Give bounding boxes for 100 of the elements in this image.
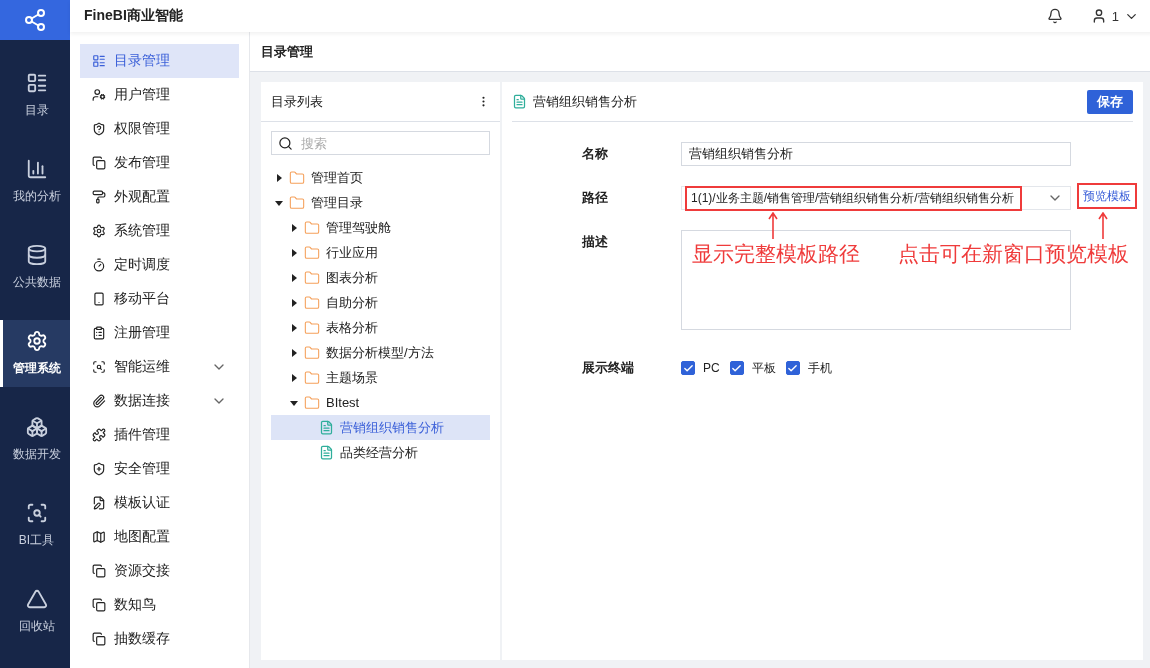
panel-title: 目录列表 bbox=[271, 92, 323, 111]
menu-item[interactable]: 目录管理 bbox=[80, 44, 239, 78]
folder-icon bbox=[304, 244, 320, 261]
menu-item[interactable]: 地图配置 bbox=[80, 520, 239, 554]
puzzle-icon bbox=[92, 428, 106, 442]
document-icon bbox=[319, 420, 334, 435]
logo[interactable] bbox=[0, 0, 70, 40]
magnifier-icon bbox=[25, 502, 48, 524]
field-label: 路径 bbox=[582, 189, 609, 207]
menu-item[interactable]: 系统管理 bbox=[80, 214, 239, 248]
pages-icon bbox=[92, 564, 106, 578]
gear-icon bbox=[92, 224, 106, 238]
phone-icon bbox=[92, 292, 106, 306]
paint-roller-icon bbox=[92, 190, 106, 204]
name-field[interactable]: 营销组织销售分析 bbox=[681, 142, 1071, 166]
rail-item[interactable]: 回收站 bbox=[0, 578, 70, 645]
menu-item[interactable]: 权限管理 bbox=[80, 112, 239, 146]
save-button[interactable]: 保存 bbox=[1087, 89, 1133, 114]
menu-item[interactable]: 外观配置 bbox=[80, 180, 239, 214]
app-title: FineBI商业智能 bbox=[84, 7, 183, 25]
tree-item[interactable]: 管理驾驶舱 bbox=[271, 215, 490, 240]
annotation-arrow bbox=[1098, 212, 1108, 239]
database-icon bbox=[25, 244, 48, 266]
field-label: 描述 bbox=[582, 233, 609, 251]
caret-icon[interactable] bbox=[290, 248, 298, 257]
menu-item[interactable]: 插件管理 bbox=[80, 418, 239, 452]
path-select[interactable]: 1(1)/业务主题/销售管理/营销组织销售分析/营销组织销售分析 bbox=[681, 186, 1071, 210]
menu-item[interactable]: 资源交接 bbox=[80, 554, 239, 588]
preview-link[interactable]: 预览模板 bbox=[1083, 187, 1131, 205]
checkbox-label: PC bbox=[703, 360, 720, 377]
caret-icon[interactable] bbox=[290, 298, 298, 307]
folder-icon bbox=[304, 344, 320, 361]
shield-icon bbox=[92, 122, 106, 136]
menu-item[interactable]: 数据连接 bbox=[80, 384, 239, 418]
rail-item[interactable]: BI工具 bbox=[0, 492, 70, 559]
pages-icon bbox=[92, 598, 106, 612]
checkbox[interactable] bbox=[785, 361, 800, 375]
checkbox[interactable] bbox=[729, 361, 744, 375]
page-title: 目录管理 bbox=[250, 32, 1150, 72]
tree-item[interactable]: 行业应用 bbox=[271, 240, 490, 265]
document-icon bbox=[92, 496, 106, 510]
folder-icon bbox=[304, 319, 320, 336]
menu-item[interactable]: 模板认证 bbox=[80, 486, 239, 520]
menu-item[interactable]: 数知鸟 bbox=[80, 588, 239, 622]
menu-item[interactable]: 定时调度 bbox=[80, 248, 239, 282]
tree-item[interactable]: 主题场景 bbox=[271, 365, 490, 390]
rail-item[interactable]: 管理系统 bbox=[0, 320, 70, 387]
pages-icon bbox=[92, 632, 106, 646]
annotation-text: 显示完整模板路径 bbox=[692, 241, 860, 267]
tree-item[interactable]: 营销组织销售分析 bbox=[271, 415, 490, 440]
menu-item[interactable]: 移动平台 bbox=[80, 282, 239, 316]
menu-item[interactable]: 注册管理 bbox=[80, 316, 239, 350]
tree-item[interactable]: 品类经营分析 bbox=[271, 440, 490, 465]
checkbox[interactable] bbox=[681, 361, 695, 375]
folder-icon bbox=[304, 219, 320, 236]
caret-icon[interactable] bbox=[275, 173, 283, 182]
map-icon bbox=[92, 530, 106, 544]
caret-icon[interactable] bbox=[290, 373, 298, 382]
timer-icon bbox=[92, 258, 106, 272]
caret-icon[interactable] bbox=[275, 198, 283, 207]
tree-item[interactable]: 管理目录 bbox=[271, 190, 490, 215]
rail-item[interactable]: 目录 bbox=[0, 62, 70, 129]
shield-icon bbox=[92, 462, 106, 476]
tree-item[interactable]: 数据分析模型/方法 bbox=[271, 340, 490, 365]
caret-icon[interactable] bbox=[290, 223, 298, 232]
folder-icon bbox=[289, 194, 305, 211]
tree-item[interactable]: 自助分析 bbox=[271, 290, 490, 315]
tree-item[interactable]: 图表分析 bbox=[271, 265, 490, 290]
search-icon bbox=[278, 135, 293, 151]
cubes-icon bbox=[25, 416, 48, 438]
magnifier-icon bbox=[92, 360, 106, 374]
tree-item[interactable]: BItest bbox=[271, 390, 490, 415]
folder-icon bbox=[304, 269, 320, 286]
menu-item[interactable]: 安全管理 bbox=[80, 452, 239, 486]
pages-icon bbox=[92, 156, 106, 170]
caret-icon[interactable] bbox=[290, 348, 298, 357]
path-text: 1(1)/业务主题/销售管理/营销组织销售分析/营销组织销售分析 bbox=[691, 189, 1014, 207]
search-field[interactable]: 搜索 bbox=[271, 131, 490, 155]
menu-item[interactable]: 智能运维 bbox=[80, 350, 239, 384]
folder-icon bbox=[289, 169, 305, 186]
folder-icon bbox=[304, 394, 320, 411]
list-icon bbox=[92, 54, 106, 68]
menu-item[interactable]: 抽数缓存 bbox=[80, 622, 239, 656]
bar-chart-icon bbox=[25, 158, 48, 180]
list-icon bbox=[25, 72, 48, 94]
rail-item[interactable]: 我的分析 bbox=[0, 148, 70, 215]
user-menu[interactable]: 1 bbox=[1090, 8, 1139, 24]
rail-item[interactable]: 公共数据 bbox=[0, 234, 70, 301]
tree-item[interactable]: 管理首页 bbox=[271, 165, 490, 190]
user-icon bbox=[92, 88, 106, 102]
clipboard-icon bbox=[92, 326, 106, 340]
bell-icon[interactable] bbox=[1046, 8, 1063, 24]
caret-icon[interactable] bbox=[290, 398, 298, 407]
tree-item[interactable]: 表格分析 bbox=[271, 315, 490, 340]
rail-item[interactable]: 数据开发 bbox=[0, 406, 70, 473]
menu-item[interactable]: 发布管理 bbox=[80, 146, 239, 180]
caret-icon[interactable] bbox=[290, 273, 298, 282]
caret-icon[interactable] bbox=[290, 323, 298, 332]
menu-item[interactable]: 用户管理 bbox=[80, 78, 239, 112]
document-icon bbox=[512, 94, 527, 109]
